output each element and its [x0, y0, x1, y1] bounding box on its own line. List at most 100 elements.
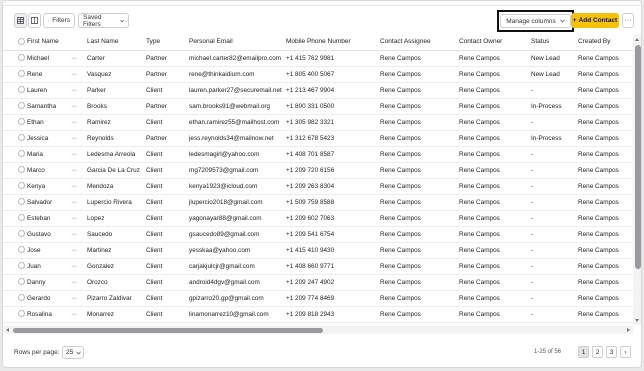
table-row[interactable]: Maria ··· Ledesma Arreola Client ledesmagirl…	[3, 146, 633, 163]
row-actions-icon[interactable]: ···	[71, 194, 87, 211]
table-row[interactable]: Samantha ··· Brooks Partner sam.brooks91@web…	[3, 98, 633, 115]
row-select-radio[interactable]	[18, 54, 25, 62]
table-row[interactable]: Kenya ··· Mendoza Client kenya1923@icloud.co…	[3, 178, 633, 195]
scroll-right-icon[interactable]	[627, 328, 630, 332]
table-view-button[interactable]	[14, 13, 27, 28]
row-select-cell[interactable]	[3, 146, 27, 163]
vertical-scrollbar[interactable]	[633, 34, 641, 325]
row-select-radio[interactable]	[18, 182, 25, 190]
row-select-radio[interactable]	[18, 214, 25, 222]
rows-per-page-select[interactable]: 25	[62, 346, 84, 359]
table-row[interactable]: Gerardo ··· Pizarro Zaldivar Client gpizarro…	[3, 290, 633, 307]
row-select-cell[interactable]	[3, 274, 27, 291]
row-actions-icon[interactable]: ···	[71, 178, 87, 195]
cell-created-by: Rene Campos	[578, 290, 633, 307]
more-options-button[interactable]: ···	[622, 13, 634, 28]
column-header-created-by[interactable]: Created By	[578, 34, 633, 51]
row-actions-icon[interactable]: ···	[71, 98, 87, 115]
scroll-up-icon[interactable]	[635, 38, 639, 41]
table-row[interactable]: Gustavo ··· Saucedo Client gsaucedo89@gmail.…	[3, 226, 633, 243]
table-row[interactable]: Juan ··· Gonzalez Client carjakjulcjr@gmail.…	[3, 258, 633, 275]
row-actions-icon[interactable]: ···	[71, 82, 87, 99]
manage-columns-button[interactable]: Manage columns	[500, 14, 571, 28]
row-actions-icon[interactable]: ···	[71, 290, 87, 307]
row-select-cell[interactable]	[3, 114, 27, 131]
row-select-cell[interactable]	[3, 162, 27, 179]
row-select-radio[interactable]	[18, 230, 25, 238]
row-select-radio[interactable]	[18, 262, 25, 270]
row-select-radio[interactable]	[18, 246, 25, 254]
table-row[interactable]: Michael ··· Carter Partner michael.carter82@…	[3, 50, 633, 67]
table-row[interactable]: Rosalina ··· Monarrez Client linamonarrez10@…	[3, 306, 633, 323]
saved-filters-dropdown[interactable]: Saved Filters	[78, 13, 129, 28]
column-header-contact-assignee[interactable]: Contact Assignee	[380, 34, 459, 51]
row-select-radio[interactable]	[18, 134, 25, 142]
row-select-cell[interactable]	[3, 290, 27, 307]
row-select-cell[interactable]	[3, 226, 27, 243]
row-select-radio[interactable]	[18, 86, 25, 94]
table-row[interactable]: Rene ··· Vasquez Partner rene@thinkaidium.co…	[3, 66, 633, 83]
column-header-first-name[interactable]: First Name	[27, 34, 71, 51]
column-header-status[interactable]: Status	[531, 34, 578, 51]
table-row[interactable]: Ethan ··· Ramirez Client ethan.ramirez55@mai…	[3, 114, 633, 131]
row-select-cell[interactable]	[3, 50, 27, 67]
page-button-1[interactable]: 1	[578, 346, 589, 358]
column-header-type[interactable]: Type	[146, 34, 189, 51]
row-select-radio[interactable]	[18, 118, 25, 126]
vertical-scroll-thumb[interactable]	[634, 45, 641, 269]
row-select-radio[interactable]	[18, 294, 25, 302]
row-select-radio[interactable]	[18, 310, 25, 318]
row-actions-icon[interactable]: ···	[71, 306, 87, 323]
row-select-radio[interactable]	[18, 70, 25, 78]
row-actions-icon[interactable]: ···	[71, 226, 87, 243]
row-actions-icon[interactable]: ···	[71, 274, 87, 291]
horizontal-scrollbar[interactable]	[3, 326, 633, 334]
table-row[interactable]: Esteban ··· Lopez Client yagonayar88@gmail.c…	[3, 210, 633, 227]
filters-button[interactable]: Filters	[43, 13, 75, 28]
row-actions-icon[interactable]: ···	[71, 162, 87, 179]
column-header-personal-email[interactable]: Personal Email	[189, 34, 286, 51]
row-actions-icon[interactable]: ···	[71, 114, 87, 131]
row-select-cell[interactable]	[3, 242, 27, 259]
row-select-cell[interactable]	[3, 98, 27, 115]
row-select-cell[interactable]	[3, 130, 27, 147]
row-actions-icon[interactable]: ···	[71, 130, 87, 147]
row-select-cell[interactable]	[3, 194, 27, 211]
row-select-cell[interactable]	[3, 178, 27, 195]
row-select-radio[interactable]	[18, 102, 25, 110]
add-contact-button[interactable]: + Add Contact	[571, 13, 619, 28]
row-actions-icon[interactable]: ···	[71, 146, 87, 163]
row-select-cell[interactable]	[3, 210, 27, 227]
scroll-down-icon[interactable]	[635, 319, 639, 322]
row-actions-icon[interactable]: ···	[71, 258, 87, 275]
column-header-mobile-phone[interactable]: Mobile Phone Number	[286, 34, 380, 51]
table-row[interactable]: Jessica ··· Reynolds Partner jess.reynolds34…	[3, 130, 633, 147]
row-actions-icon[interactable]: ···	[71, 242, 87, 259]
row-select-radio[interactable]	[18, 150, 25, 158]
row-select-cell[interactable]	[3, 258, 27, 275]
scroll-left-icon[interactable]	[6, 328, 9, 332]
column-header-contact-owner[interactable]: Contact Owner	[459, 34, 531, 51]
table-row[interactable]: Marco ··· Garcia De La Cruz Client mg7209573…	[3, 162, 633, 179]
row-actions-icon[interactable]: ···	[71, 210, 87, 227]
column-header-last-name[interactable]: Last Name	[87, 34, 146, 51]
page-button-2[interactable]: 2	[592, 346, 603, 358]
table-row[interactable]: Lauren ··· Parker Client lauren.parker27@sec…	[3, 82, 633, 99]
row-select-cell[interactable]	[3, 306, 27, 323]
row-select-radio[interactable]	[18, 198, 25, 206]
page-button-3[interactable]: 3	[606, 346, 617, 358]
row-actions-icon[interactable]: ···	[71, 50, 87, 67]
horizontal-scroll-thumb[interactable]	[13, 327, 323, 333]
board-view-button[interactable]	[28, 13, 41, 28]
next-page-button[interactable]: ›	[620, 346, 631, 358]
row-actions-icon[interactable]: ···	[71, 66, 87, 83]
row-select-radio[interactable]	[18, 278, 25, 286]
row-select-cell[interactable]	[3, 66, 27, 83]
table-row[interactable]: Danny ··· Orozco Client android4dgv@gmail.co…	[3, 274, 633, 291]
table-row[interactable]: Jose ··· Martinez Client yesskaa@yahoo.com +1…	[3, 242, 633, 259]
select-all-checkbox[interactable]	[3, 34, 27, 51]
row-select-cell[interactable]	[3, 82, 27, 99]
row-select-radio[interactable]	[18, 166, 25, 174]
select-all-radio[interactable]	[18, 38, 25, 46]
table-row[interactable]: Salvador ··· Lupercio Rivera Client jluperci…	[3, 194, 633, 211]
